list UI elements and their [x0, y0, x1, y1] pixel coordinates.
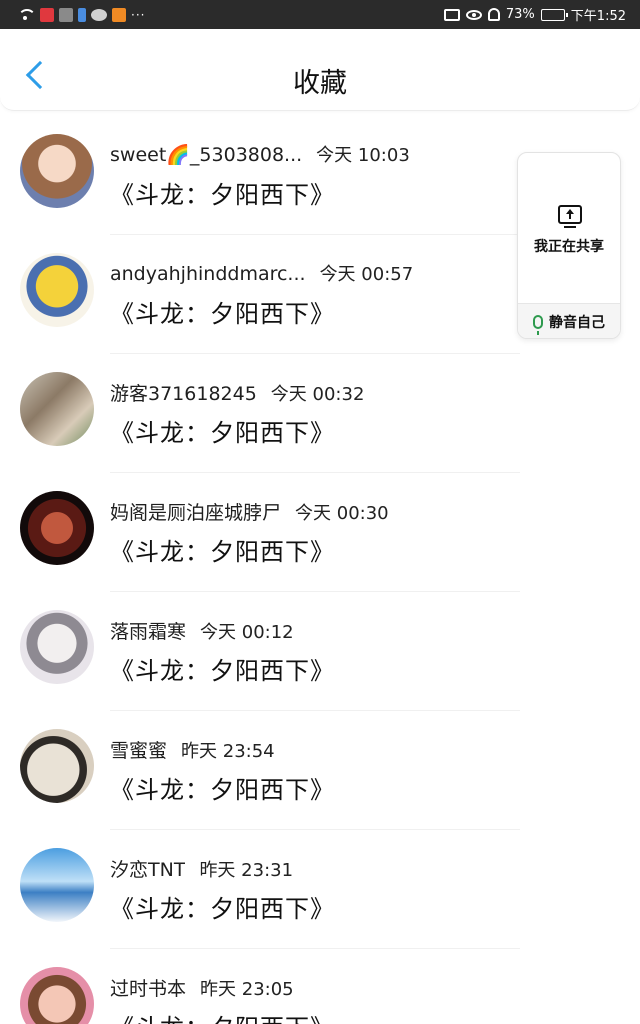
cast-icon [443, 8, 460, 21]
video-app-icon [112, 7, 126, 22]
mute-bell-icon [487, 8, 500, 21]
eye-comfort-icon [465, 9, 482, 20]
wifi-icon [17, 8, 36, 22]
share-status-label: 我正在共享 [534, 239, 604, 255]
timestamp: 今天 00:57 [319, 264, 414, 285]
book-title[interactable]: 《斗龙：夕阳西下》 [110, 889, 335, 924]
user-name[interactable]: 汐恋TNT [110, 855, 185, 882]
status-bar-left: ··· [17, 0, 145, 29]
user-name[interactable]: 雪蜜蜜 [110, 736, 167, 763]
book-title[interactable]: 《斗龙：夕阳西下》 [110, 651, 335, 686]
timestamp: 今天 00:30 [295, 503, 389, 524]
timestamp: 昨天 23:31 [199, 860, 294, 881]
book-title[interactable]: 《斗龙：夕阳西下》 [110, 770, 335, 805]
screen-share-button[interactable]: 我正在共享 [518, 153, 620, 303]
app-notification-icon [59, 7, 73, 22]
item-meta: sweet🌈_5303808... 今天 10:03 [110, 141, 410, 167]
avatar[interactable] [20, 253, 94, 327]
list-item[interactable]: 汐恋TNT 昨天 23:31 《斗龙：夕阳西下》 [0, 830, 520, 949]
list-item[interactable]: 过时书本 昨天 23:05 《斗龙：夕阳西下》 [0, 949, 520, 1024]
list-item[interactable]: andyahjhinddmarc... 今天 00:57 《斗龙：夕阳西下》 [0, 235, 520, 354]
timestamp: 今天 00:12 [200, 622, 294, 643]
book-title[interactable]: 《斗龙：夕阳西下》 [110, 294, 335, 329]
mute-self-label: 静音自己 [549, 315, 605, 331]
user-name[interactable]: 妈阁是厕泊座城脖尸 [110, 498, 281, 525]
status-bar: ··· 73% 下午1:52 [0, 0, 640, 29]
battery-icon [540, 8, 568, 21]
mute-self-button[interactable]: 静音自己 [518, 303, 620, 338]
app-notification-icon-2 [78, 7, 86, 22]
item-meta: 妈阁是厕泊座城脖尸 今天 00:30 [110, 498, 389, 525]
timestamp: 昨天 23:54 [181, 741, 275, 762]
avatar[interactable] [20, 610, 94, 684]
user-name[interactable]: andyahjhinddmarc... [110, 263, 306, 285]
user-name[interactable]: sweet🌈_5303808... [110, 143, 302, 166]
status-bar-right: 73% 下午1:52 [443, 0, 626, 29]
book-title[interactable]: 《斗龙：夕阳西下》 [110, 1008, 335, 1024]
battery-percent: 73% [505, 7, 535, 22]
avatar[interactable] [20, 134, 94, 208]
user-name[interactable]: 游客371618245 [110, 379, 257, 406]
user-name[interactable]: 落雨霜寒 [110, 617, 186, 644]
user-name[interactable]: 过时书本 [110, 974, 186, 1001]
app-header: 收藏 [0, 29, 640, 111]
list-item[interactable]: sweet🌈_5303808... 今天 10:03 《斗龙：夕阳西下》 [0, 116, 520, 235]
item-meta: 雪蜜蜜 昨天 23:54 [110, 736, 275, 763]
clock: 下午1:52 [570, 9, 626, 24]
timestamp: 今天 10:03 [316, 145, 410, 166]
item-meta: 游客371618245 今天 00:32 [110, 379, 364, 406]
avatar[interactable] [20, 967, 94, 1024]
item-meta: 过时书本 昨天 23:05 [110, 974, 294, 1001]
screen-share-panel: 我正在共享 静音自己 [517, 152, 621, 339]
book-title[interactable]: 《斗龙：夕阳西下》 [110, 413, 335, 448]
timestamp: 昨天 23:05 [200, 979, 294, 1000]
screen-share-icon [558, 205, 582, 228]
page-title: 收藏 [293, 68, 347, 99]
item-meta: andyahjhinddmarc... 今天 00:57 [110, 260, 413, 286]
list-item[interactable]: 落雨霜寒 今天 00:12 《斗龙：夕阳西下》 [0, 592, 520, 711]
item-meta: 汐恋TNT 昨天 23:31 [110, 855, 293, 882]
book-title[interactable]: 《斗龙：夕阳西下》 [110, 175, 335, 210]
avatar[interactable] [20, 491, 94, 565]
wechat-icon [91, 8, 107, 21]
avatar[interactable] [20, 848, 94, 922]
book-title[interactable]: 《斗龙：夕阳西下》 [110, 532, 335, 567]
timestamp: 今天 00:32 [270, 384, 365, 405]
item-meta: 落雨霜寒 今天 00:12 [110, 617, 294, 644]
recorder-app-icon [40, 7, 54, 22]
list-item[interactable]: 雪蜜蜜 昨天 23:54 《斗龙：夕阳西下》 [0, 711, 520, 830]
microphone-icon [533, 315, 543, 335]
list-item[interactable]: 游客371618245 今天 00:32 《斗龙：夕阳西下》 [0, 354, 520, 473]
more-notifications-icon: ··· [131, 7, 146, 22]
list-item[interactable]: 妈阁是厕泊座城脖尸 今天 00:30 《斗龙：夕阳西下》 [0, 473, 520, 592]
avatar[interactable] [20, 372, 94, 446]
avatar[interactable] [20, 729, 94, 803]
